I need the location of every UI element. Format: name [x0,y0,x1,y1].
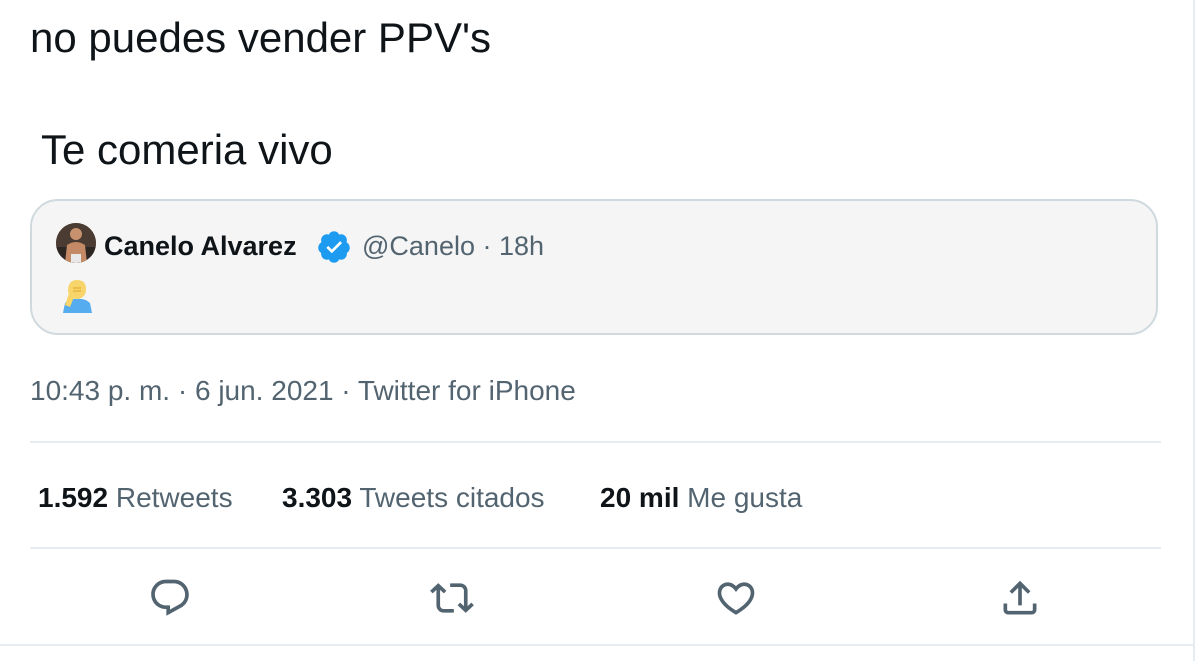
retweet-icon [430,583,474,613]
page-border [1193,0,1195,661]
quote-tweets-label: Tweets citados [359,482,545,513]
divider [30,547,1161,549]
likes-stat[interactable]: 20 mil Me gusta [600,480,802,516]
quoted-author-name[interactable]: Canelo Alvarez [104,229,297,263]
reply-icon [151,579,189,616]
share-icon [1003,580,1037,615]
quoted-handle-time: @Canelo · 18h [362,231,545,261]
tweet-text-line2: Te comeria vivo [41,126,333,173]
verified-badge-icon [318,231,350,263]
tweet-timestamp-source[interactable]: 10:43 p. m. · 6 jun. 2021 · Twitter for … [30,373,576,409]
retweets-label: Retweets [115,482,233,513]
likes-count: 20 mil [600,482,680,513]
retweet-button[interactable] [428,574,476,622]
tweet-text-line1: no puedes vender PPV's [30,14,491,61]
face-palm-emoji-icon [63,280,92,313]
likes-label: Me gusta [687,482,803,513]
share-button[interactable] [996,574,1044,622]
quoted-tweet-card[interactable]: Canelo Alvarez @Canelo · 18h [30,199,1158,335]
divider [0,644,1193,646]
divider [30,441,1161,443]
like-button[interactable] [712,574,760,622]
reply-button[interactable] [146,574,194,622]
avatar-image [56,223,96,263]
quote-tweets-count: 3.303 [282,482,353,513]
retweets-count: 1.592 [38,482,109,513]
like-icon [717,582,755,615]
avatar[interactable] [56,223,96,263]
retweets-stat[interactable]: 1.592 Retweets [38,480,233,516]
quote-tweets-stat[interactable]: 3.303 Tweets citados [282,480,545,516]
